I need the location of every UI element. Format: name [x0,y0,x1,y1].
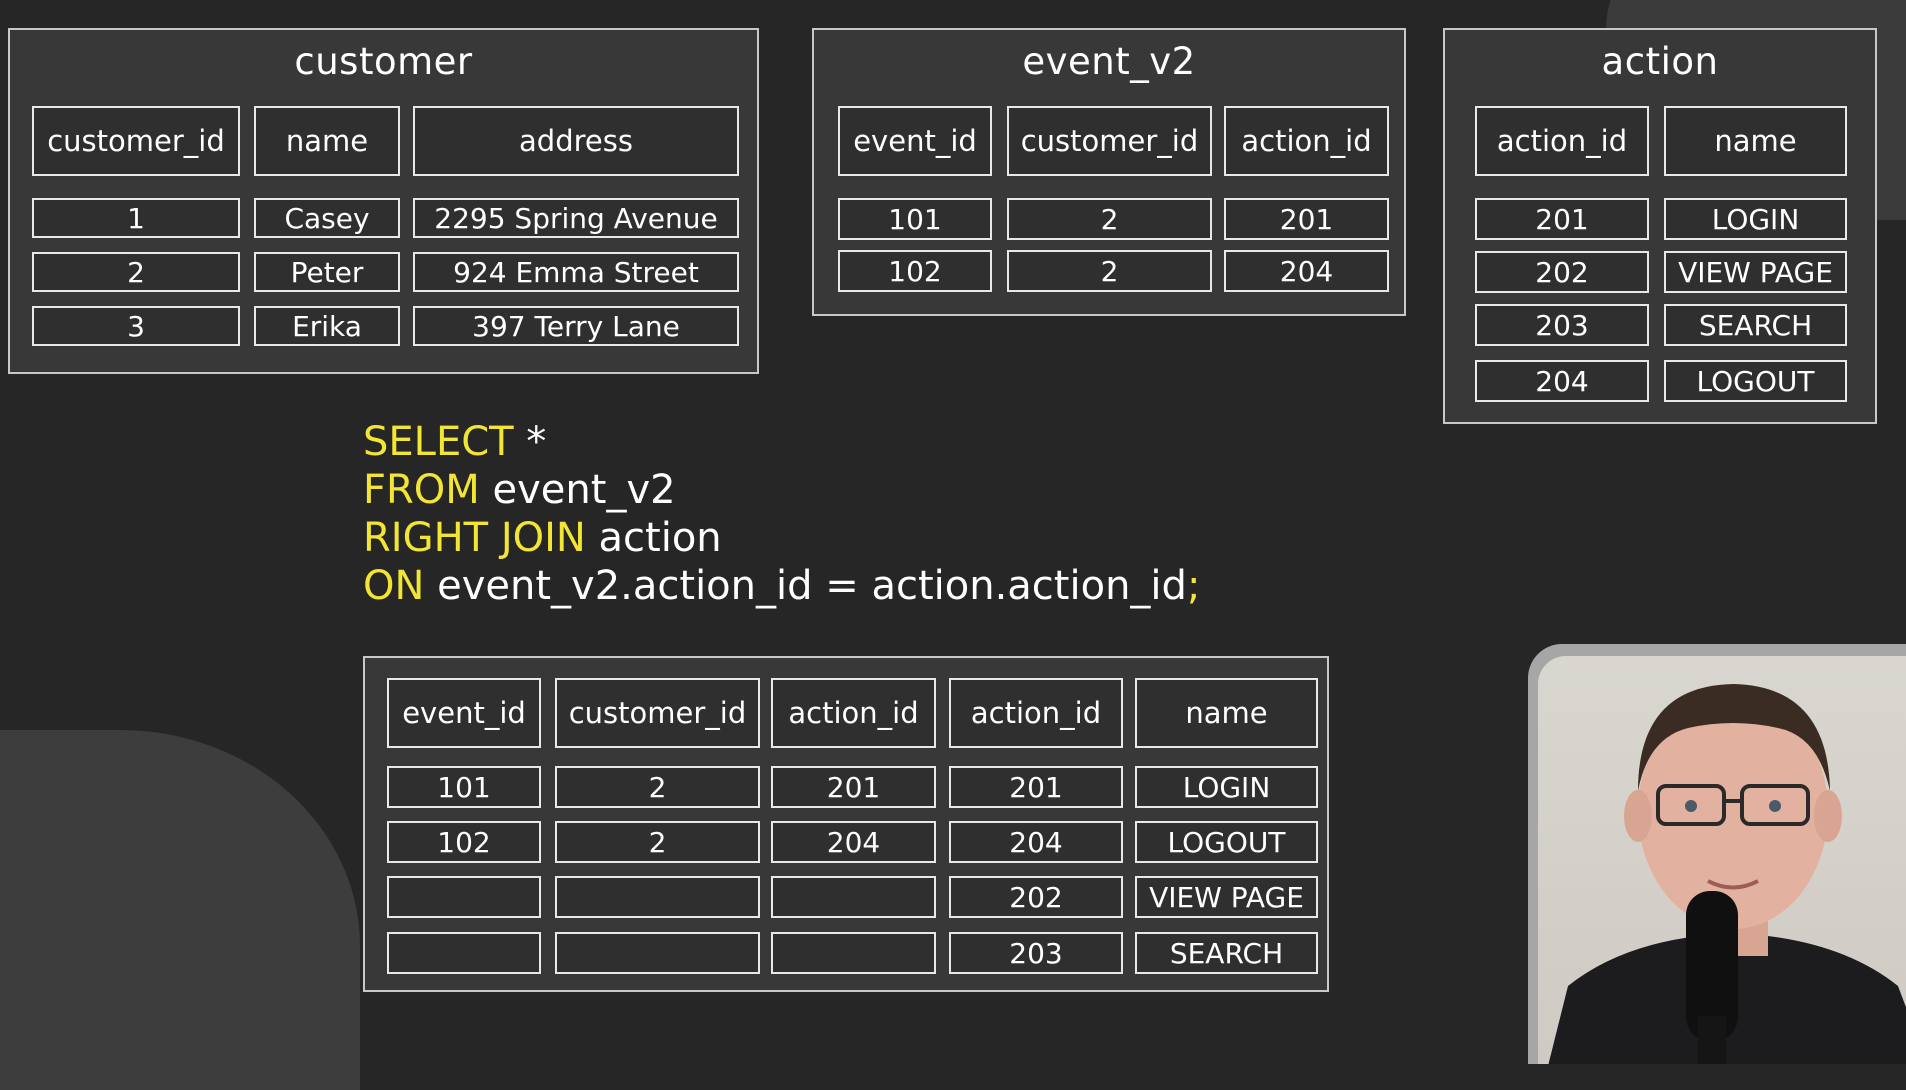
sql-text: * [513,419,547,465]
result-cell: 201 [771,766,936,808]
action-cell: 204 [1475,360,1649,402]
event-header-customer-id: customer_id [1007,106,1212,176]
customer-cell: Erika [254,306,400,346]
result-cell: 2 [555,821,760,863]
sql-line-on: ON event_v2.action_id = action.action_id… [363,562,1200,610]
event-header-action-id: action_id [1224,106,1389,176]
sql-text: event_v2 [479,467,676,513]
result-cell: 202 [949,876,1123,918]
sql-keyword: RIGHT JOIN [363,515,586,561]
customer-cell: Casey [254,198,400,238]
result-header-name: name [1135,678,1318,748]
result-header-customer-id: customer_id [555,678,760,748]
result-cell: VIEW PAGE [1135,876,1318,918]
result-cell-empty [771,932,936,974]
event-table-title: event_v2 [1022,40,1196,83]
result-table-panel: event_id customer_id action_id action_id… [363,656,1329,992]
action-table-panel: action action_id name 201 LOGIN 202 VIEW… [1443,28,1877,424]
action-cell: 203 [1475,304,1649,346]
customer-cell: 3 [32,306,240,346]
action-table-title: action [1601,40,1719,83]
result-cell-empty [555,932,760,974]
result-cell: 102 [387,821,541,863]
sql-keyword: ON [363,563,425,609]
customer-table-title: customer [294,40,473,83]
action-header-name: name [1664,106,1847,176]
sql-text: event_v2.action_id = action.action_id [424,563,1187,609]
result-cell-empty [387,932,541,974]
result-cell-empty [555,876,760,918]
action-cell: 201 [1475,198,1649,240]
result-header-action-id-2: action_id [949,678,1123,748]
result-cell: LOGIN [1135,766,1318,808]
customer-cell: Peter [254,252,400,292]
event-cell: 204 [1224,250,1389,292]
result-header-action-id: action_id [771,678,936,748]
result-cell: 2 [555,766,760,808]
result-cell: 101 [387,766,541,808]
presenter-video-icon [1548,684,1906,1064]
customer-cell: 2295 Spring Avenue [413,198,739,238]
customer-header-name: name [254,106,400,176]
result-cell-empty [387,876,541,918]
customer-cell: 2 [32,252,240,292]
result-cell: 201 [949,766,1123,808]
sql-line-join: RIGHT JOIN action [363,514,1200,562]
customer-cell: 1 [32,198,240,238]
event-header-event-id: event_id [838,106,992,176]
webcam-frame [1528,644,1906,1064]
sql-keyword: FROM [363,467,480,513]
sql-keyword: SELECT [363,419,514,465]
event-cell: 101 [838,198,992,240]
sql-text: action [585,515,722,561]
action-header-action-id: action_id [1475,106,1649,176]
customer-header-address: address [413,106,739,176]
event-cell: 2 [1007,198,1212,240]
action-cell: VIEW PAGE [1664,251,1847,293]
event-table-panel: event_v2 event_id customer_id action_id … [812,28,1406,316]
result-header-event-id: event_id [387,678,541,748]
action-cell: SEARCH [1664,304,1847,346]
customer-table-panel: customer customer_id name address 1 Case… [8,28,759,374]
result-cell-empty [771,876,936,918]
action-cell: 202 [1475,251,1649,293]
sql-line-from: FROM event_v2 [363,466,1200,514]
sql-query: SELECT * FROM event_v2 RIGHT JOIN action… [363,418,1200,610]
result-cell: 204 [949,821,1123,863]
customer-cell: 924 Emma Street [413,252,739,292]
action-cell: LOGIN [1664,198,1847,240]
sql-line-select: SELECT * [363,418,1200,466]
event-cell: 201 [1224,198,1389,240]
event-cell: 102 [838,250,992,292]
webcam-video [1538,656,1906,1064]
event-cell: 2 [1007,250,1212,292]
sql-terminator: ; [1186,563,1201,609]
result-cell: 203 [949,932,1123,974]
customer-cell: 397 Terry Lane [413,306,739,346]
result-cell: SEARCH [1135,932,1318,974]
result-cell: 204 [771,821,936,863]
action-cell: LOGOUT [1664,360,1847,402]
result-cell: LOGOUT [1135,821,1318,863]
customer-header-customer-id: customer_id [32,106,240,176]
background-shape-bottom-left [0,730,360,1090]
